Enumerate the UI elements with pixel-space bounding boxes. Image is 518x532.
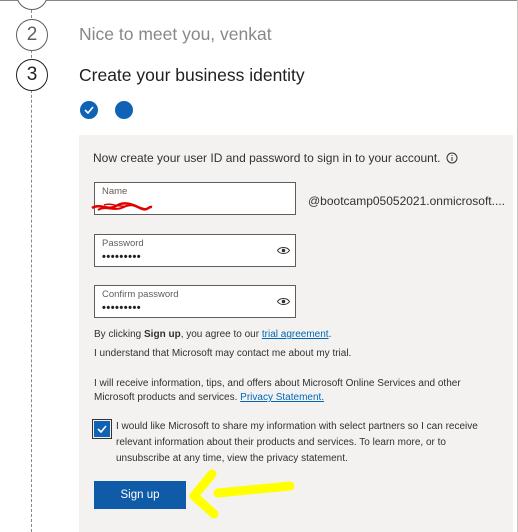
agreement-suffix: . (328, 329, 332, 340)
agreement-text: By clicking Sign up, you agree to our tr… (94, 328, 331, 342)
annotation-arrow (189, 469, 295, 519)
trial-agreement-link[interactable]: trial agreement (262, 329, 329, 340)
substep-2-current-dot (115, 101, 133, 119)
confirm-password-field-label: Confirm password (102, 289, 179, 300)
substep-1-complete-dot (80, 101, 98, 119)
redaction-scribble (91, 202, 153, 211)
eye-icon[interactable] (277, 246, 290, 255)
checkmark-icon (84, 106, 94, 114)
name-field-label: Name (102, 186, 128, 197)
info-icon[interactable] (446, 152, 458, 164)
share-info-text: I would like Microsoft to share my infor… (116, 421, 478, 464)
agreement-bold: Sign up (144, 329, 181, 340)
password-value: ••••••••• (102, 251, 142, 263)
info-offers-text: I will receive information, tips, and of… (94, 377, 474, 405)
domain-suffix: @bootcamp05052021.onmicrosoft.... (308, 194, 505, 208)
step-2-circle: 2 (16, 19, 48, 51)
password-field[interactable]: Password ••••••••• (94, 234, 296, 267)
form-intro: Now create your user ID and password to … (93, 151, 458, 165)
step-2-title: Nice to meet you, venkat (79, 24, 272, 44)
confirm-password-value: ••••••••• (102, 302, 142, 314)
password-field-label: Password (102, 238, 144, 249)
step-2-number: 2 (26, 24, 38, 45)
step-1-circle (16, 0, 48, 10)
step-3-number: 3 (26, 64, 38, 85)
share-info-checkbox[interactable] (92, 419, 112, 439)
agreement-middle: , you agree to our (180, 329, 262, 340)
step-1-title-fragment (79, 0, 159, 2)
step-3-title: Create your business identity (79, 65, 305, 85)
checkmark-icon (97, 425, 107, 433)
eye-icon[interactable] (277, 297, 290, 306)
agreement-prefix: By clicking (94, 329, 145, 340)
step-3-circle: 3 (16, 59, 48, 91)
confirm-password-field[interactable]: Confirm password ••••••••• (94, 285, 296, 318)
window-top-border (0, 0, 518, 1)
form-intro-text: Now create your user ID and password to … (93, 151, 441, 165)
privacy-statement-link[interactable]: Privacy Statement. (240, 392, 324, 403)
sign-up-button[interactable]: Sign up (94, 481, 186, 509)
contact-text: I understand that Microsoft may contact … (94, 348, 352, 359)
